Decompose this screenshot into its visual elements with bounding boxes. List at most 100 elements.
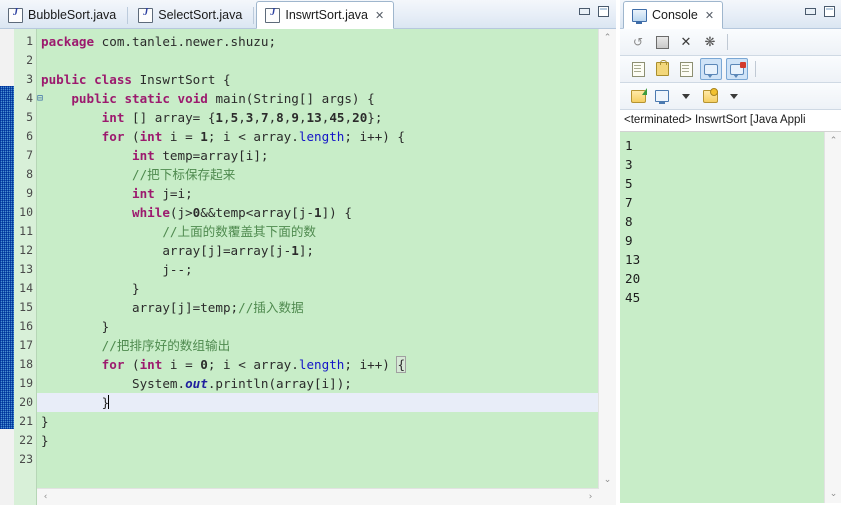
remove-launch-icon[interactable]: ✕ bbox=[676, 32, 696, 52]
display-selected-console-icon[interactable] bbox=[652, 86, 672, 106]
scroll-down-arrow[interactable]: ⌄ bbox=[825, 487, 841, 501]
console-output-line: 20 bbox=[625, 271, 641, 286]
console-vertical-scrollbar[interactable]: ⌃ ⌄ bbox=[824, 132, 841, 503]
terminate-and-relaunch-icon[interactable]: ↺ bbox=[628, 32, 648, 52]
line-number: 9 bbox=[26, 186, 33, 200]
console-output-text: 1 3 5 7 8 9 13 20 45 bbox=[620, 132, 825, 503]
line-number: 4 bbox=[26, 91, 33, 105]
maximize-button[interactable] bbox=[821, 3, 838, 19]
line-number: 8 bbox=[26, 167, 33, 181]
line-number: 15 bbox=[19, 300, 33, 314]
minimize-button[interactable] bbox=[576, 3, 593, 19]
editor-tab-bubblesort[interactable]: BubbleSort.java bbox=[0, 2, 125, 28]
editor-tab-selectsort[interactable]: SelectSort.java bbox=[130, 2, 251, 28]
console-tab-bar: Console ✕ bbox=[620, 0, 841, 29]
console-output-line: 45 bbox=[625, 290, 641, 305]
console-toolbar: ↺ ✕ ❋ bbox=[620, 29, 841, 110]
editor-tab-inswrtsort[interactable]: InswrtSort.java ✕ bbox=[256, 1, 395, 29]
pin-console-icon[interactable] bbox=[628, 86, 648, 106]
line-number: 14 bbox=[19, 281, 33, 295]
line-number: 23 bbox=[19, 452, 33, 466]
console-tab[interactable]: Console ✕ bbox=[623, 1, 724, 29]
code-line: } bbox=[41, 395, 110, 410]
code-line: } bbox=[41, 433, 49, 448]
line-number: 12 bbox=[19, 243, 33, 257]
maximize-button[interactable] bbox=[595, 3, 612, 19]
maximize-icon bbox=[824, 5, 835, 17]
line-number: 19 bbox=[19, 376, 33, 390]
terminate-icon[interactable] bbox=[652, 32, 672, 52]
show-console-on-output-icon[interactable] bbox=[700, 58, 722, 80]
text-caret bbox=[108, 395, 110, 409]
code-line: public class InswrtSort { bbox=[41, 72, 231, 87]
scroll-up-arrow[interactable]: ⌃ bbox=[599, 31, 616, 45]
code-line: for (int i = 0; i < array.length; i++) { bbox=[101, 356, 406, 373]
scroll-right-arrow[interactable]: › bbox=[582, 490, 599, 504]
editor-horizontal-scrollbar[interactable]: ‹ › bbox=[37, 488, 599, 505]
console-part: Console ✕ ↺ ✕ ❋ <terminated> InswrtSort … bbox=[619, 0, 841, 505]
maximize-icon bbox=[598, 5, 609, 17]
line-number: 18 bbox=[19, 357, 33, 371]
line-number: 17 bbox=[19, 338, 33, 352]
scroll-up-arrow[interactable]: ⌃ bbox=[825, 134, 841, 148]
close-icon[interactable]: ✕ bbox=[375, 10, 384, 21]
code-line: } bbox=[41, 319, 110, 334]
line-number: 20 bbox=[19, 395, 33, 409]
console-output-line: 13 bbox=[625, 252, 641, 267]
console-output-line: 5 bbox=[625, 176, 633, 191]
remove-all-terminated-icon[interactable]: ❋ bbox=[700, 32, 720, 52]
code-line: } bbox=[41, 414, 49, 429]
editor-tab-label: BubbleSort.java bbox=[28, 8, 117, 22]
changed-lines-marker bbox=[0, 86, 14, 429]
scroll-lock-icon[interactable] bbox=[652, 59, 672, 79]
eclipse-ide-window: BubbleSort.java SelectSort.java InswrtSo… bbox=[0, 0, 841, 505]
minimize-button[interactable] bbox=[802, 3, 819, 19]
code-line: //上面的数覆盖其下面的数 bbox=[162, 224, 317, 239]
console-view-actions bbox=[802, 3, 838, 19]
java-file-icon bbox=[265, 7, 281, 23]
console-output-line: 1 bbox=[625, 138, 633, 153]
toolbar-divider bbox=[727, 34, 728, 50]
console-output-line: 9 bbox=[625, 233, 633, 248]
minimize-icon bbox=[579, 7, 590, 15]
code-line: System.out.println(array[i]); bbox=[41, 376, 352, 391]
code-line: package com.tanlei.newer.shuzu; bbox=[41, 34, 277, 49]
line-number: 5 bbox=[26, 110, 33, 124]
line-number: 10 bbox=[19, 205, 33, 219]
code-line: array[j]=array[j-1]; bbox=[41, 243, 314, 258]
clear-console-icon[interactable] bbox=[628, 59, 648, 79]
tab-separator bbox=[253, 7, 255, 24]
console-toolbar-row-3 bbox=[620, 83, 841, 110]
open-console-dropdown-icon[interactable] bbox=[724, 86, 744, 106]
code-line: int [] array= {1,5,3,7,8,9,13,45,20}; bbox=[101, 110, 383, 125]
code-editor[interactable]: 1 2 3 4 5 6 7 8 9 10 11 12 13 14 15 16 17 18 19 20 21 22 23 pa… bbox=[0, 29, 616, 505]
console-output-line: 3 bbox=[625, 157, 633, 172]
open-console-icon[interactable] bbox=[700, 86, 720, 106]
minimize-icon bbox=[805, 7, 816, 15]
word-wrap-icon[interactable] bbox=[676, 59, 696, 79]
console-output-area[interactable]: 1 3 5 7 8 9 13 20 45 ⌃ ⌄ bbox=[620, 131, 841, 503]
show-console-on-error-icon[interactable] bbox=[726, 58, 748, 80]
fold-marker-icon[interactable]: ⊟ bbox=[37, 89, 46, 108]
scroll-left-arrow[interactable]: ‹ bbox=[37, 490, 54, 504]
line-number: 21 bbox=[19, 414, 33, 428]
editor-view-actions bbox=[576, 3, 612, 19]
code-line: //把下标保存起来 bbox=[132, 167, 236, 182]
scroll-down-arrow[interactable]: ⌄ bbox=[599, 473, 616, 487]
editor-vertical-scrollbar[interactable]: ⌃ ⌄ bbox=[598, 29, 616, 489]
close-icon[interactable]: ✕ bbox=[705, 10, 714, 21]
line-number: 7 bbox=[26, 148, 33, 162]
console-toolbar-row-2 bbox=[620, 56, 841, 83]
change-ruler bbox=[0, 29, 14, 505]
display-selected-console-dropdown-icon[interactable] bbox=[676, 86, 696, 106]
code-line: } bbox=[41, 281, 140, 296]
code-line: array[j]=temp;//插入数据 bbox=[41, 300, 304, 315]
code-text-viewport[interactable]: package com.tanlei.newer.shuzu; public cl… bbox=[37, 29, 599, 489]
scrollbar-corner bbox=[599, 489, 616, 505]
line-number: 2 bbox=[26, 53, 33, 67]
launch-status-label: <terminated> InswrtSort [Java Appli bbox=[620, 110, 841, 131]
code-line: //把排序好的数组输出 bbox=[101, 338, 231, 353]
console-output-line: 8 bbox=[625, 214, 633, 229]
line-number: 11 bbox=[19, 224, 33, 238]
editor-tab-label: SelectSort.java bbox=[158, 8, 243, 22]
